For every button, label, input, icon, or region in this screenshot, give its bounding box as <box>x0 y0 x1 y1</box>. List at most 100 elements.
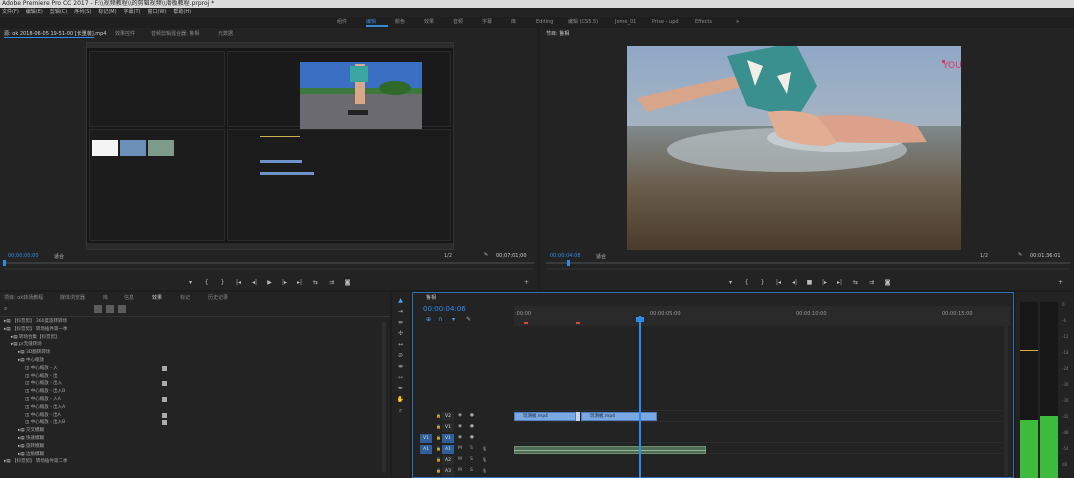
program-timecode[interactable]: 00:00:04:08 <box>550 253 581 259</box>
tab-markers[interactable]: 标记 <box>180 294 190 301</box>
button-editor-button[interactable]: + <box>522 278 531 287</box>
workspace-tab-cs55[interactable]: 编辑 (CS5.5) <box>568 17 598 27</box>
tree-item[interactable]: ▸▤ 旋转模糊 <box>18 443 44 450</box>
mute-button[interactable]: M <box>458 446 462 451</box>
lock-icon[interactable]: 🔒 <box>436 468 441 473</box>
program-resolution-dropdown[interactable]: 1/2 <box>980 253 988 259</box>
menu-item-0[interactable]: 文件(F) <box>2 8 19 17</box>
workspace-tab-assembly[interactable]: 组件 <box>337 17 347 27</box>
step-back-button[interactable]: ◂| <box>250 278 259 287</box>
tab-effect-controls[interactable]: 效果控件 <box>115 30 135 37</box>
timeline-settings-icon[interactable]: ✎ <box>466 316 474 323</box>
tab-audio-clip-mixer[interactable]: 音频剪辑混合器: 鲁相 <box>151 30 199 37</box>
timeline-scrollbar[interactable] <box>1004 326 1008 476</box>
program-go-out-button[interactable]: ▸| <box>835 278 844 287</box>
tree-item[interactable]: ◫ 中心缩放 - 出入B <box>25 419 65 426</box>
menu-item-7[interactable]: 帮助(H) <box>173 8 191 17</box>
source-resolution-dropdown[interactable]: 1/2 <box>444 253 452 259</box>
program-marker-button[interactable]: ▾ <box>726 278 735 287</box>
menu-item-6[interactable]: 窗口(W) <box>148 8 167 17</box>
video-clip-2[interactable]: 玩滑板.mp4 <box>581 412 657 421</box>
snap-icon[interactable]: ⊕ <box>426 316 434 323</box>
workspace-tab-editing-en[interactable]: Editing <box>536 17 553 27</box>
program-button-editor[interactable]: + <box>1056 278 1065 287</box>
accelerated-effects-icon[interactable] <box>94 305 102 313</box>
tree-item[interactable]: ▸▤ 快速模糊 <box>18 435 44 442</box>
workspace-tab-libraries[interactable]: 库 <box>511 17 516 27</box>
slide-tool-icon[interactable]: ⇿ <box>396 373 405 382</box>
tab-history[interactable]: 历史记录 <box>208 294 228 301</box>
overwrite-button[interactable]: ⇉ <box>327 278 336 287</box>
pen-tool-icon[interactable]: ✒ <box>396 384 405 393</box>
tree-item[interactable]: ▸▤ 【抖音剪】 360度旋转转场 <box>4 318 67 325</box>
tab-effects[interactable]: 效果 <box>152 294 162 301</box>
timeline-playhead[interactable] <box>639 316 641 478</box>
source-fit-dropdown[interactable]: 适合 <box>54 253 64 260</box>
rate-stretch-tool-icon[interactable]: ↔ <box>396 340 405 349</box>
program-go-in-button[interactable]: |◂ <box>774 278 783 287</box>
tree-item[interactable]: ▸▤ 交叉模糊 <box>18 427 44 434</box>
tree-item[interactable]: ◫ 中心缩放 - 出入B <box>25 388 65 395</box>
time-ruler[interactable]: :00:00 00:00:05:00 00:00:10:00 00:00:15:… <box>514 306 1010 326</box>
program-zoom-bar[interactable] <box>546 268 1070 270</box>
solo-button[interactable]: S <box>470 468 473 473</box>
toggle-output-icon[interactable]: ● <box>470 435 474 440</box>
track-name-a1[interactable]: A1 <box>442 445 454 454</box>
track-name-a3[interactable]: A3 <box>442 467 454 476</box>
source-patch-v1[interactable]: V1 <box>420 434 432 443</box>
slip-tool-icon[interactable]: ⇼ <box>396 362 405 371</box>
solo-button[interactable]: S <box>470 446 473 451</box>
tab-info[interactable]: 信息 <box>124 294 134 301</box>
transition-marker[interactable] <box>576 412 580 421</box>
program-scrub-bar[interactable] <box>546 262 1070 264</box>
eye-icon[interactable]: ◉ <box>458 424 462 429</box>
tab-project[interactable]: 项目: ok转场教程 <box>4 294 43 301</box>
tab-metadata[interactable]: 元数据 <box>218 30 233 37</box>
hand-tool-icon[interactable]: ✋ <box>396 395 405 404</box>
mute-button[interactable]: M <box>458 468 462 473</box>
tab-media-browser[interactable]: 媒体浏览器 <box>60 294 85 301</box>
workspace-tab-prise[interactable]: Prise - upd <box>652 17 679 27</box>
track-name-v2[interactable]: V2 <box>442 412 454 421</box>
program-stop-button[interactable]: ■ <box>805 278 814 287</box>
step-forward-button[interactable]: |▸ <box>280 278 289 287</box>
selection-tool-icon[interactable]: ▲ <box>396 296 405 305</box>
tab-source[interactable]: 源: ok 2018-06-05 19-51-00 [长重装].mp4 <box>4 30 106 37</box>
voiceover-record-icon[interactable]: 🎙 <box>482 446 487 451</box>
32bit-effects-icon[interactable] <box>106 305 114 313</box>
workspace-tab-jome[interactable]: Jome_01 <box>615 17 636 27</box>
workspace-more-icon[interactable]: » <box>736 17 739 27</box>
export-frame-button[interactable]: ◙ <box>343 278 352 287</box>
tree-item[interactable]: ▸▤ 中心缩放 <box>18 357 44 364</box>
razor-tool-icon[interactable]: ⊘ <box>396 351 405 360</box>
tree-item[interactable]: ◫ 中心缩放 - 入A <box>25 396 61 403</box>
linked-selection-icon[interactable]: ∩ <box>438 316 446 323</box>
add-marker-button[interactable]: ▾ <box>186 278 195 287</box>
voiceover-record-icon[interactable]: 🎙 <box>482 468 487 473</box>
tree-item[interactable]: ◫ 中心缩放 - 出A <box>25 412 61 419</box>
play-button[interactable]: ▶ <box>265 278 274 287</box>
add-marker-icon[interactable]: ▾ <box>452 316 460 323</box>
menu-item-1[interactable]: 编辑(E) <box>26 8 43 17</box>
program-mark-in-button[interactable]: { <box>742 278 751 287</box>
source-zoom-bar[interactable] <box>4 268 534 270</box>
insert-button[interactable]: ⇆ <box>311 278 320 287</box>
source-scrub-bar[interactable] <box>4 262 534 264</box>
source-playhead[interactable] <box>3 260 6 266</box>
tab-libraries[interactable]: 库 <box>103 294 108 301</box>
tab-sequence[interactable]: 鲁相 <box>426 294 436 301</box>
program-step-back-button[interactable]: ◂| <box>790 278 799 287</box>
menu-item-5[interactable]: 字幕(T) <box>124 8 141 17</box>
program-fit-dropdown[interactable]: 适合 <box>596 253 606 260</box>
program-export-frame-button[interactable]: ◙ <box>883 278 892 287</box>
mark-in-button[interactable]: { <box>202 278 211 287</box>
tree-item[interactable]: ▸▤ 转场合集【抖音剪】 <box>11 334 59 341</box>
program-step-forward-button[interactable]: |▸ <box>820 278 829 287</box>
yuv-effects-icon[interactable] <box>118 305 126 313</box>
source-patch-a1[interactable]: A1 <box>420 445 432 454</box>
lock-icon[interactable]: 🔒 <box>436 435 441 440</box>
eye-icon[interactable]: ◉ <box>458 435 462 440</box>
menu-item-2[interactable]: 剪辑(C) <box>50 8 67 17</box>
tree-item[interactable]: ▸▤ 3D翻转转场 <box>18 349 50 356</box>
search-icon[interactable]: ⌕ <box>4 305 12 313</box>
